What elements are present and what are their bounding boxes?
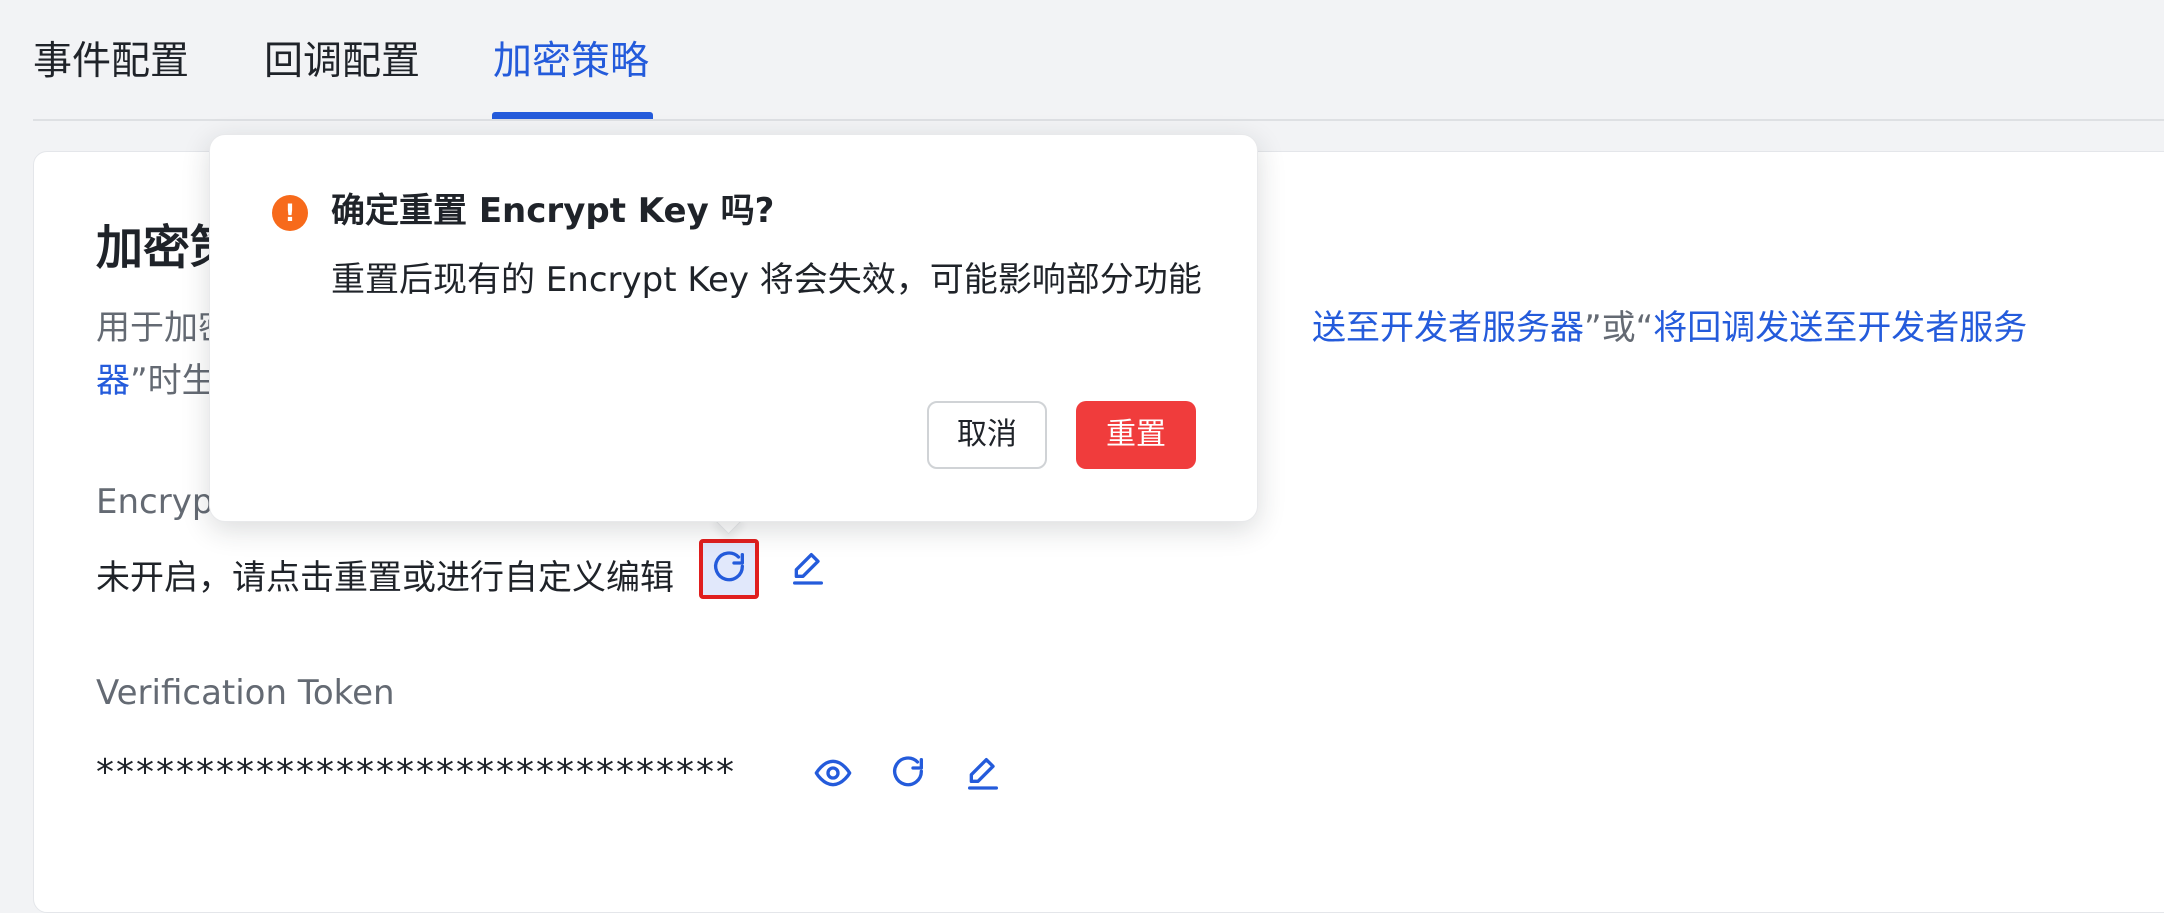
tab-event-config[interactable]: 事件配置 xyxy=(33,34,189,90)
refresh-icon[interactable] xyxy=(885,750,931,796)
tab-encryption-policy[interactable]: 加密策略 xyxy=(493,34,649,90)
link-send-events[interactable]: 送至开发者服务器 xyxy=(1312,308,1584,348)
description-quote: ”或“ xyxy=(1584,308,1654,348)
tab-divider xyxy=(33,119,2164,121)
confirm-reset-button[interactable]: 重置 xyxy=(1076,401,1196,469)
refresh-icon[interactable] xyxy=(706,545,752,591)
popover-message: 重置后现有的 Encrypt Key 将会失效，可能影响部分功能 xyxy=(331,260,1202,300)
popover-title: 确定重置 Encrypt Key 吗? xyxy=(331,191,775,231)
edit-icon[interactable] xyxy=(960,750,1006,796)
encrypt-key-status: 未开启，请点击重置或进行自定义编辑 xyxy=(96,558,674,598)
cancel-button[interactable]: 取消 xyxy=(927,401,1047,469)
tab-callback-config[interactable]: 回调配置 xyxy=(264,34,420,90)
verification-token-label: Verification Token xyxy=(96,673,395,713)
edit-icon[interactable] xyxy=(785,545,831,591)
reset-confirm-popover: ! 确定重置 Encrypt Key 吗? 重置后现有的 Encrypt Key… xyxy=(209,134,1258,522)
encrypt-key-label: Encryp xyxy=(96,482,214,522)
verification-token-value: ******************************** xyxy=(96,752,736,793)
eye-icon[interactable] xyxy=(810,750,856,796)
warning-icon: ! xyxy=(272,195,308,231)
tab-bar: 事件配置 回调配置 加密策略 xyxy=(0,0,2164,121)
active-tab-indicator xyxy=(492,112,653,119)
